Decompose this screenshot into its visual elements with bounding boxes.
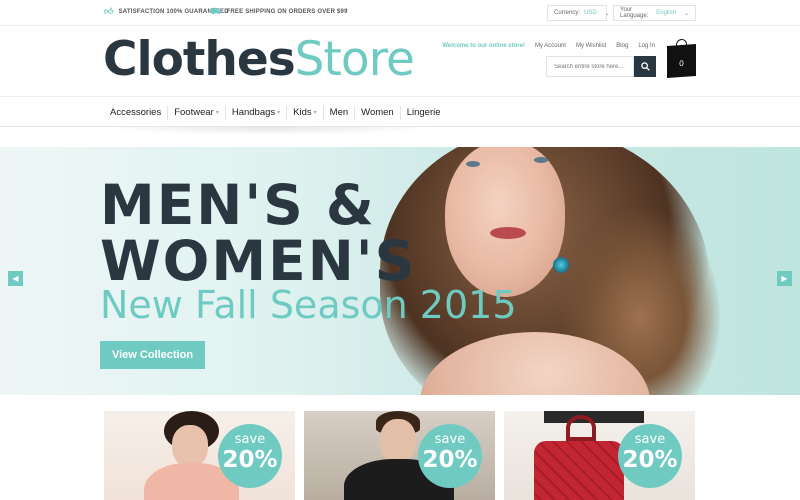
- bag-handle: [566, 415, 596, 441]
- promo-card-men[interactable]: save 20%: [304, 411, 495, 500]
- badge-save: save: [634, 432, 666, 447]
- language-label: Your Language:: [620, 7, 649, 19]
- badge-percent: 20%: [222, 447, 278, 473]
- nav-item-label: Lingerie: [406, 106, 441, 118]
- search-input[interactable]: [546, 56, 634, 77]
- chevron-down-icon: ▾: [313, 109, 317, 116]
- nav-item-handbags[interactable]: Handbags ▾: [224, 105, 286, 120]
- discount-badge: save 20%: [218, 424, 282, 488]
- badge-save: save: [234, 432, 266, 447]
- model-face: [172, 425, 208, 467]
- chevron-down-icon: ▾: [277, 109, 281, 116]
- nav-item-label: Accessories: [110, 106, 162, 118]
- shipping-promo: ⛟ FREE SHIPPING ON ORDERS OVER $99: [210, 7, 348, 16]
- hero-model-face: [445, 147, 565, 297]
- my-wishlist-link[interactable]: My Wishlist: [576, 43, 606, 49]
- chevron-down-icon: ⌄: [604, 10, 610, 17]
- blog-link[interactable]: Blog: [616, 43, 628, 49]
- model-face: [380, 419, 416, 463]
- nav-item-footwear[interactable]: Footwear ▾: [167, 105, 225, 120]
- search-icon: [640, 62, 650, 71]
- welcome-message: Welcome to our online store!: [442, 43, 525, 49]
- log-in-link[interactable]: Log In: [638, 43, 655, 49]
- badge-save: save: [434, 432, 466, 447]
- hero-model-eye: [466, 161, 480, 167]
- hero-model-eye: [534, 157, 548, 163]
- logo-part-clothes: Clothes: [103, 32, 296, 87]
- search-box: [546, 56, 656, 77]
- cart-count: 0: [679, 58, 684, 69]
- hero-model-lips: [490, 227, 526, 239]
- promo-cards: save 20% save 20% save 20%: [104, 411, 696, 500]
- slider-prev-button[interactable]: ◀: [8, 271, 23, 286]
- promo-card-women[interactable]: save 20%: [104, 411, 295, 500]
- shipping-text: FREE SHIPPING ON ORDERS OVER $99: [226, 8, 348, 15]
- main-nav: Accessories Footwear ▾ Handbags ▾ Kids ▾ Me…: [0, 96, 800, 127]
- hero-title: MEN'S & WOMEN'S: [100, 177, 416, 289]
- nav-item-men[interactable]: Men: [322, 105, 354, 120]
- thumbs-up-icon: 👍︎: [104, 6, 114, 16]
- chevron-left-icon: ◀: [12, 274, 19, 283]
- chevron-down-icon: ⌄: [683, 10, 689, 17]
- search-button[interactable]: [634, 56, 656, 77]
- badge-percent: 20%: [422, 447, 478, 473]
- account-links: Welcome to our online store! My Account …: [442, 43, 655, 49]
- hero-subtitle: New Fall Season 2015: [100, 283, 517, 327]
- language-select[interactable]: Your Language: English ⌄: [613, 5, 696, 21]
- hero-slider: MEN'S & WOMEN'S New Fall Season 2015 Vie…: [0, 147, 800, 395]
- nav-item-kids[interactable]: Kids ▾: [286, 105, 323, 120]
- chevron-right-icon: ▶: [781, 274, 788, 283]
- nav-item-label: Footwear: [174, 106, 214, 118]
- nav-item-lingerie[interactable]: Lingerie: [399, 105, 447, 120]
- badge-percent: 20%: [622, 447, 678, 473]
- nav-items: Accessories Footwear ▾ Handbags ▾ Kids ▾ Me…: [104, 97, 447, 128]
- hero-model-earring: [553, 257, 569, 273]
- currency-value: USD: [584, 10, 597, 16]
- nav-item-women[interactable]: Women: [354, 105, 400, 120]
- cart-button[interactable]: 0: [667, 38, 696, 79]
- promo-card-handbags[interactable]: save 20%: [504, 411, 695, 500]
- chevron-down-icon: ▾: [215, 109, 219, 116]
- currency-label: Currency:: [554, 10, 581, 16]
- store-logo[interactable]: ClothesStore: [103, 32, 415, 87]
- nav-item-label: Women: [361, 106, 394, 118]
- slider-next-button[interactable]: ▶: [777, 271, 792, 286]
- shopping-bag-icon: [676, 38, 687, 48]
- nav-item-accessories[interactable]: Accessories: [104, 106, 167, 120]
- nav-item-label: Kids: [293, 106, 312, 118]
- hero-title-line1: MEN'S &: [100, 173, 376, 237]
- currency-select[interactable]: Currency: USD ⌄: [547, 5, 610, 21]
- truck-icon: ⛟: [210, 6, 222, 16]
- nav-item-label: Men: [329, 106, 349, 118]
- logo-part-store: Store: [294, 32, 415, 87]
- discount-badge: save 20%: [418, 424, 482, 488]
- nav-item-label: Handbags: [231, 106, 276, 118]
- my-account-link[interactable]: My Account: [535, 43, 566, 49]
- language-value: English: [656, 10, 676, 16]
- view-collection-button[interactable]: View Collection: [100, 341, 205, 369]
- discount-badge: save 20%: [618, 424, 682, 488]
- red-quilted-handbag: [534, 441, 624, 500]
- nav-shadow: [100, 127, 440, 135]
- top-bar: 👍︎ SATISFACTION 100% GUARANTEED ⛟ FREE S…: [0, 0, 800, 26]
